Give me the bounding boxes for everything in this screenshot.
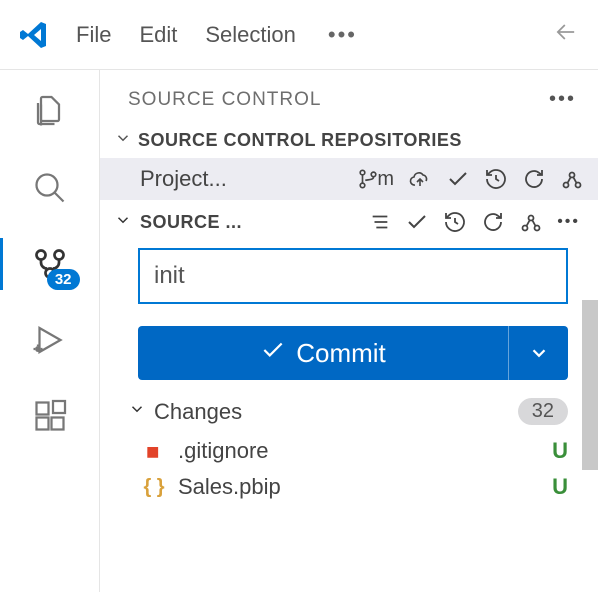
source-control-title: SOURCE ... (140, 212, 242, 233)
source-control-section-header[interactable]: SOURCE ... (100, 200, 598, 244)
history-icon[interactable] (443, 210, 467, 234)
file-name: .gitignore (178, 438, 269, 464)
chevron-down-icon (114, 129, 132, 152)
branch-icon[interactable]: m (357, 168, 394, 191)
json-icon: { } (142, 476, 166, 499)
commit-message-input[interactable] (138, 248, 568, 304)
cloud-sync-icon[interactable] (408, 167, 432, 191)
file-name: Sales.pbip (178, 474, 281, 500)
menu-file[interactable]: File (76, 22, 111, 48)
gitignore-icon: ◆ (142, 439, 166, 464)
file-row[interactable]: { } Sales.pbip U (100, 469, 598, 505)
graph-icon[interactable] (560, 167, 584, 191)
branch-label: m (377, 168, 394, 191)
panel-more-icon[interactable]: ••• (549, 88, 576, 111)
graph-icon[interactable] (519, 210, 543, 234)
repository-name: Project... (140, 166, 227, 192)
check-icon[interactable] (405, 210, 429, 234)
repositories-section-header[interactable]: SOURCE CONTROL REPOSITORIES (100, 123, 598, 158)
more-icon[interactable]: ••• (557, 213, 580, 231)
source-control-icon[interactable]: 32 (30, 244, 70, 284)
check-icon (260, 337, 286, 370)
menu-selection[interactable]: Selection (205, 22, 296, 48)
history-icon[interactable] (484, 167, 508, 191)
tree-view-icon[interactable] (369, 211, 391, 233)
activity-bar: 32 (0, 70, 100, 592)
changes-header[interactable]: Changes 32 (100, 380, 598, 433)
run-debug-icon[interactable] (30, 320, 70, 360)
chevron-down-icon (114, 211, 132, 234)
extensions-icon[interactable] (30, 396, 70, 436)
menu-overflow-icon[interactable]: ••• (328, 22, 357, 48)
search-icon[interactable] (30, 168, 70, 208)
source-control-panel: SOURCE CONTROL ••• SOURCE CONTROL REPOSI… (100, 70, 598, 592)
file-row[interactable]: ◆ .gitignore U (100, 433, 598, 469)
scm-badge: 32 (47, 269, 80, 290)
vscode-logo-icon (18, 19, 50, 51)
file-status: U (552, 438, 568, 464)
file-status: U (552, 474, 568, 500)
titlebar: File Edit Selection ••• (0, 0, 598, 70)
panel-title: SOURCE CONTROL (128, 89, 321, 111)
chevron-down-icon (128, 400, 146, 423)
repository-row[interactable]: Project... m (100, 158, 598, 200)
refresh-icon[interactable] (481, 210, 505, 234)
back-arrow-icon[interactable] (552, 18, 580, 51)
commit-button-label: Commit (296, 338, 386, 369)
scrollbar[interactable] (582, 300, 598, 470)
panel-header: SOURCE CONTROL ••• (100, 70, 598, 123)
changes-count-badge: 32 (518, 398, 568, 425)
repositories-title: SOURCE CONTROL REPOSITORIES (138, 130, 462, 151)
menu-edit[interactable]: Edit (139, 22, 177, 48)
explorer-icon[interactable] (30, 92, 70, 132)
commit-split-chevron-icon[interactable] (508, 326, 568, 380)
changes-label: Changes (154, 399, 242, 425)
menu-bar: File Edit Selection (76, 22, 296, 48)
commit-button[interactable]: Commit (138, 326, 568, 380)
refresh-icon[interactable] (522, 167, 546, 191)
check-icon[interactable] (446, 167, 470, 191)
